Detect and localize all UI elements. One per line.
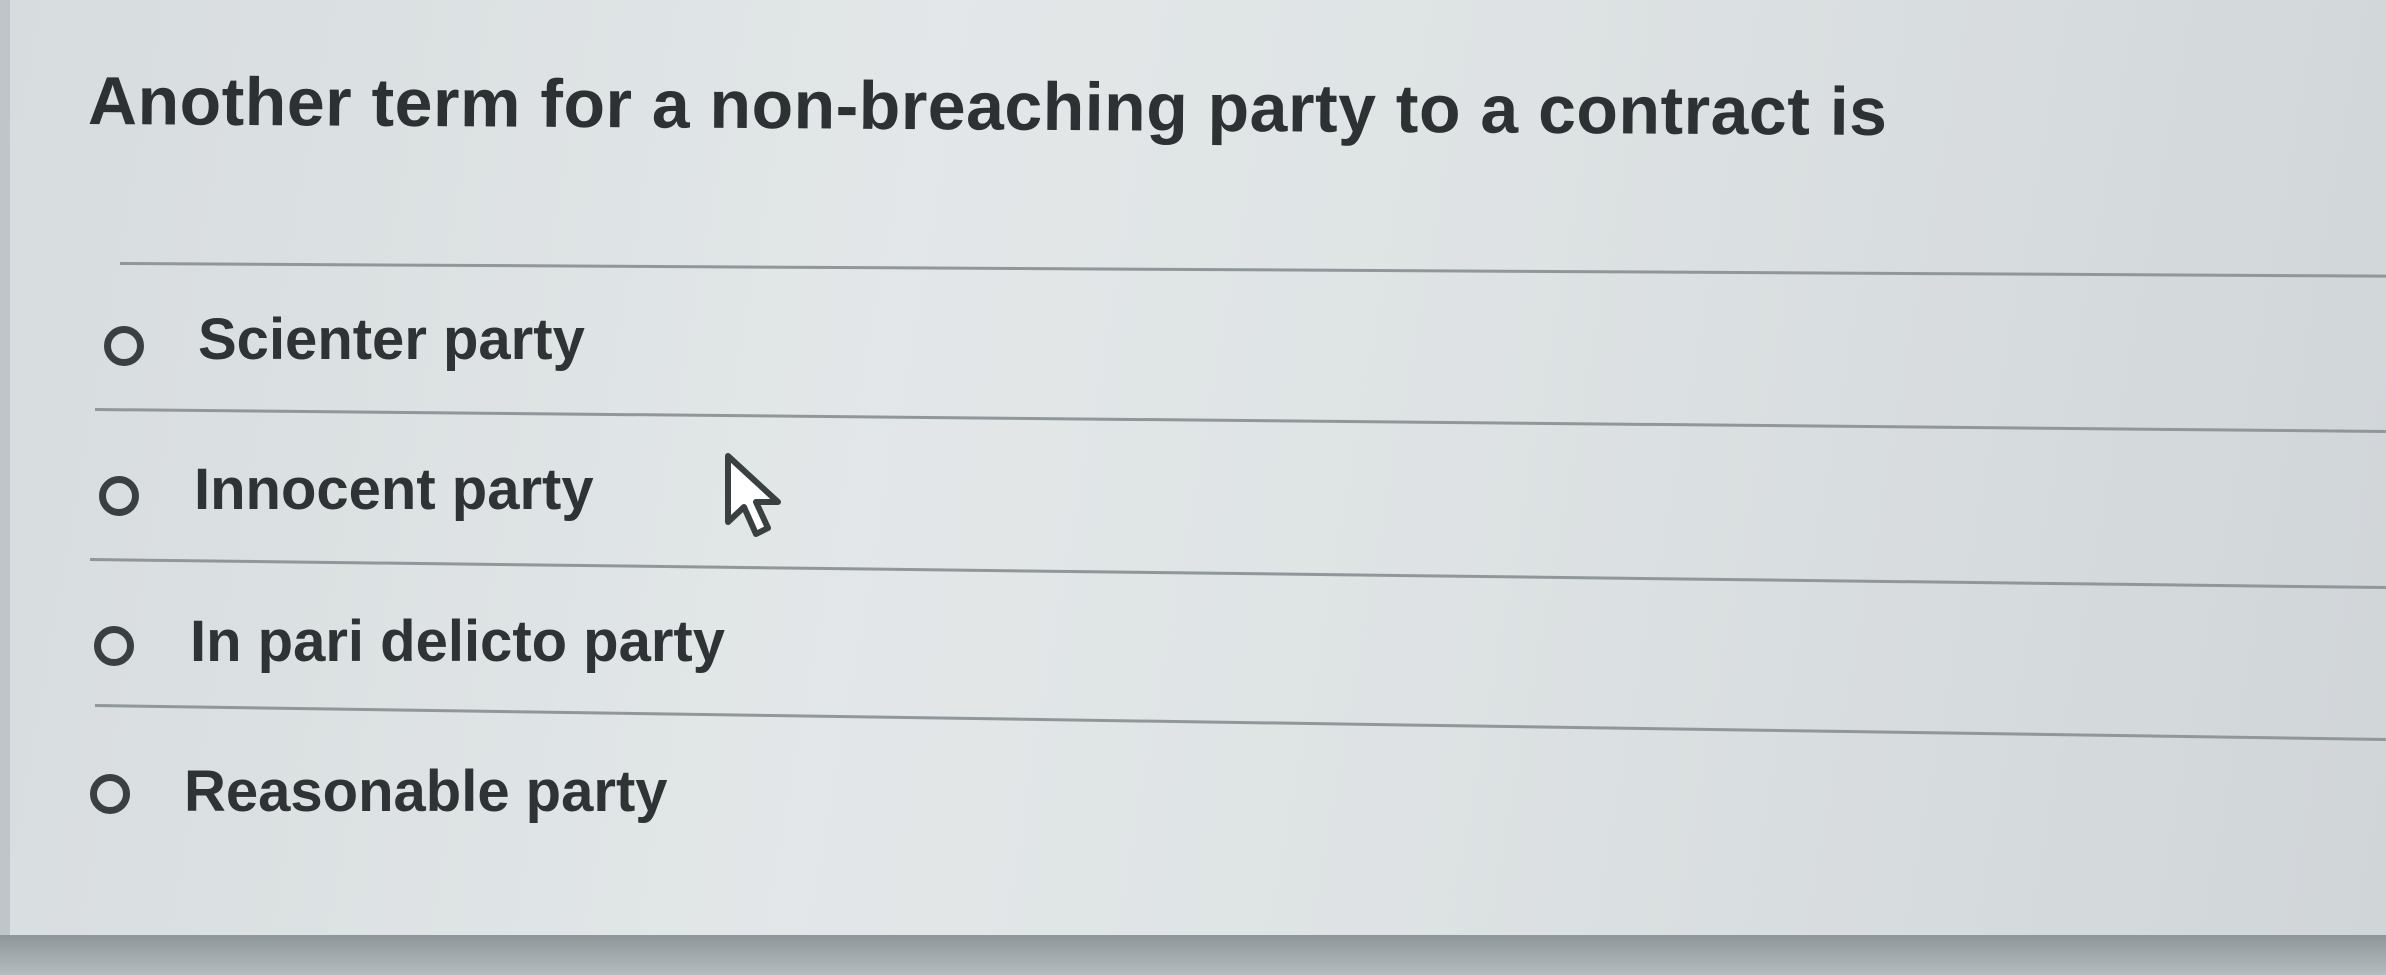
bottom-border — [0, 935, 2386, 975]
divider — [94, 408, 2386, 433]
answer-option-scienter-party[interactable]: Scienter party — [0, 290, 2386, 410]
option-label: Reasonable party — [184, 759, 668, 824]
option-label: Innocent party — [194, 457, 594, 522]
screen-edge — [0, 0, 10, 975]
radio-button-icon[interactable] — [99, 476, 139, 516]
answer-option-reasonable-party[interactable]: Reasonable party — [0, 738, 2386, 858]
answer-option-in-pari-delicto-party[interactable]: In pari delicto party — [0, 590, 2386, 710]
radio-button-icon[interactable] — [104, 326, 144, 366]
radio-button-icon[interactable] — [90, 774, 130, 814]
question-card: Another term for a non-breaching party t… — [0, 0, 2386, 935]
divider — [119, 262, 2386, 278]
question-text: Another term for a non-breaching party t… — [87, 63, 1888, 150]
mouse-pointer-icon — [725, 453, 781, 537]
answer-option-innocent-party[interactable]: Innocent party — [0, 440, 2386, 560]
option-label: In pari delicto party — [190, 609, 725, 674]
divider — [89, 558, 2386, 590]
option-label: Scienter party — [198, 307, 585, 372]
radio-button-icon[interactable] — [94, 626, 134, 666]
